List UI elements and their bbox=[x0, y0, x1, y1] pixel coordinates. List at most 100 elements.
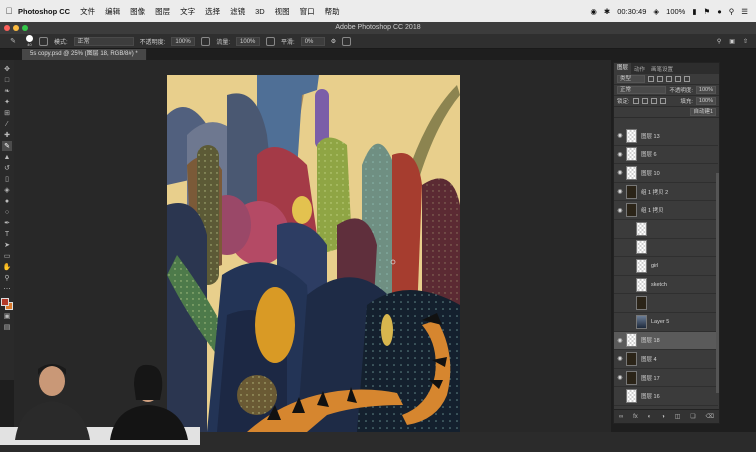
layer-row[interactable]: ◉ 图层 10 bbox=[614, 164, 718, 183]
layer-row[interactable]: ◉ 图层 4 bbox=[614, 350, 718, 369]
link-icon[interactable]: ∞ bbox=[619, 414, 623, 420]
layer-row[interactable]: ◉ 图层 13 bbox=[614, 127, 718, 146]
visibility-eye-icon[interactable]: ◉ bbox=[614, 188, 626, 195]
minimize-button[interactable] bbox=[13, 25, 19, 31]
layer-row[interactable]: ◉ 组 1 拷贝 bbox=[614, 201, 718, 220]
healing-icon[interactable]: ✚ bbox=[2, 130, 12, 140]
mode-select[interactable]: 正常 bbox=[73, 36, 134, 46]
layer-thumbnail[interactable] bbox=[626, 184, 637, 199]
visibility-eye-icon[interactable]: ◉ bbox=[614, 374, 626, 381]
screen-mode-icon[interactable]: ▤ bbox=[2, 322, 12, 332]
flag-icon[interactable]: ⚑ bbox=[704, 7, 711, 16]
user-icon[interactable]: ● bbox=[717, 7, 722, 16]
visibility-eye-icon[interactable]: ◉ bbox=[614, 207, 626, 214]
lasso-icon[interactable]: ❧ bbox=[2, 86, 12, 96]
menu-3d[interactable]: 3D bbox=[255, 7, 265, 16]
share-icon[interactable]: ⇧ bbox=[743, 38, 748, 45]
path-select-icon[interactable]: ➤ bbox=[2, 240, 12, 250]
brush-panel-icon[interactable] bbox=[39, 36, 48, 46]
marquee-icon[interactable]: □ bbox=[2, 75, 12, 85]
color-swatches[interactable] bbox=[1, 298, 13, 310]
folder-icon[interactable]: ◫ bbox=[675, 413, 681, 420]
hand-icon[interactable]: ✋ bbox=[2, 262, 12, 272]
visibility-eye-icon[interactable]: ◉ bbox=[614, 169, 626, 176]
layer-name[interactable]: girl bbox=[651, 263, 658, 269]
mask-icon[interactable]: ◐ bbox=[648, 414, 652, 420]
layer-name[interactable]: 组 1 拷贝 2 bbox=[641, 188, 668, 196]
pressure-size-icon[interactable] bbox=[342, 36, 352, 46]
wifi-icon[interactable]: ◈ bbox=[653, 7, 659, 16]
close-button[interactable] bbox=[4, 25, 10, 31]
filter-type-icon[interactable] bbox=[666, 76, 672, 82]
auto-select-button[interactable]: 自动建1 bbox=[690, 108, 716, 116]
eyedropper-icon[interactable]: ⁄ bbox=[2, 119, 12, 129]
search-icon[interactable]: ⚲ bbox=[729, 7, 735, 16]
menu-image[interactable]: 图像 bbox=[130, 6, 145, 17]
visibility-eye-icon[interactable]: ◉ bbox=[614, 151, 626, 158]
artwork-canvas[interactable] bbox=[167, 75, 460, 432]
layer-name[interactable]: 图层 16 bbox=[641, 392, 660, 400]
layer-row[interactable]: ◉ 图层 18 bbox=[614, 331, 718, 351]
brush-icon[interactable]: ✎ bbox=[2, 141, 12, 151]
layer-row[interactable]: girl bbox=[614, 257, 718, 276]
menu-window[interactable]: 窗口 bbox=[300, 6, 315, 17]
menu-layer[interactable]: 图层 bbox=[155, 6, 170, 17]
tab-brush-settings[interactable]: 画笔设置 bbox=[648, 65, 676, 73]
search-icon[interactable]: ⚲ bbox=[717, 38, 721, 45]
menu-file[interactable]: 文件 bbox=[80, 6, 95, 17]
layer-row[interactable]: ◉ 组 1 拷贝 2 bbox=[614, 183, 718, 202]
zoom-button[interactable] bbox=[22, 25, 28, 31]
bucket-icon[interactable]: ◈ bbox=[2, 185, 12, 195]
blend-mode-select[interactable]: 正常 bbox=[617, 86, 667, 94]
menu-filter[interactable]: 滤镜 bbox=[230, 6, 245, 17]
menu-type[interactable]: 文字 bbox=[180, 6, 195, 17]
dodge-icon[interactable]: ○ bbox=[2, 207, 12, 217]
layer-row[interactable]: ◉ 图层 17 bbox=[614, 369, 718, 388]
filter-smart-icon[interactable] bbox=[684, 76, 690, 82]
layer-name[interactable]: 图层 13 bbox=[641, 132, 660, 140]
layer-row[interactable]: Layer 5 bbox=[614, 313, 718, 332]
layer-thumbnail[interactable] bbox=[636, 296, 647, 311]
eraser-icon[interactable]: ▯ bbox=[2, 174, 12, 184]
foreground-color-swatch[interactable] bbox=[1, 298, 9, 306]
type-icon[interactable]: T bbox=[2, 229, 12, 239]
lock-all-icon[interactable] bbox=[659, 98, 666, 104]
history-brush-icon[interactable]: ↺ bbox=[2, 163, 12, 173]
zoom-icon[interactable]: ⚲ bbox=[2, 273, 12, 283]
smooth-field[interactable]: 0% bbox=[300, 36, 325, 46]
layer-name[interactable]: sketch bbox=[651, 282, 667, 288]
bluetooth-icon[interactable]: ✱ bbox=[604, 7, 610, 16]
filter-shape-icon[interactable] bbox=[675, 76, 681, 82]
layer-row[interactable] bbox=[614, 239, 718, 258]
layer-thumbnail[interactable] bbox=[626, 333, 637, 348]
lock-paint-icon[interactable] bbox=[641, 98, 648, 104]
layer-thumbnail[interactable] bbox=[626, 147, 637, 162]
layer-filter-select[interactable]: 类型 bbox=[617, 75, 645, 83]
visibility-eye-icon[interactable]: ◉ bbox=[614, 355, 626, 362]
tab-actions[interactable]: 动作 bbox=[631, 65, 648, 73]
menu-view[interactable]: 视图 bbox=[275, 6, 290, 17]
layer-thumbnail[interactable] bbox=[626, 203, 637, 218]
apple-icon[interactable]:  bbox=[0, 6, 18, 16]
new-layer-icon[interactable]: ❏ bbox=[690, 413, 695, 420]
brush-size-picker[interactable]: 40 bbox=[26, 35, 33, 47]
menu-edit[interactable]: 编辑 bbox=[105, 6, 120, 17]
more-icon[interactable]: ⋯ bbox=[2, 284, 12, 294]
layer-thumbnail[interactable] bbox=[626, 165, 637, 180]
pen-icon[interactable]: ✒ bbox=[2, 218, 12, 228]
layer-name[interactable]: 图层 17 bbox=[641, 374, 660, 382]
layer-name[interactable]: 图层 6 bbox=[641, 150, 657, 158]
document-tab[interactable]: 5s copy.psd @ 25% (图层 18, RGB/8#) * bbox=[22, 49, 147, 60]
layer-row[interactable]: ◉ 图层 6 bbox=[614, 146, 718, 165]
layer-thumbnail[interactable] bbox=[636, 240, 647, 255]
flow-field[interactable]: 100% bbox=[236, 36, 261, 46]
battery-icon[interactable]: ▮ bbox=[692, 7, 696, 16]
airbrush-icon[interactable] bbox=[266, 36, 276, 46]
opacity-field[interactable]: 100% bbox=[171, 36, 196, 46]
layers-scrollbar[interactable] bbox=[716, 173, 719, 393]
battery-level[interactable]: 100% bbox=[666, 7, 685, 16]
layer-name[interactable]: 图层 10 bbox=[641, 169, 660, 177]
app-menu[interactable]: Photoshop CC bbox=[18, 7, 70, 16]
fill-field[interactable]: 100% bbox=[695, 97, 716, 105]
layer-row[interactable]: 图层 16 bbox=[614, 387, 718, 406]
